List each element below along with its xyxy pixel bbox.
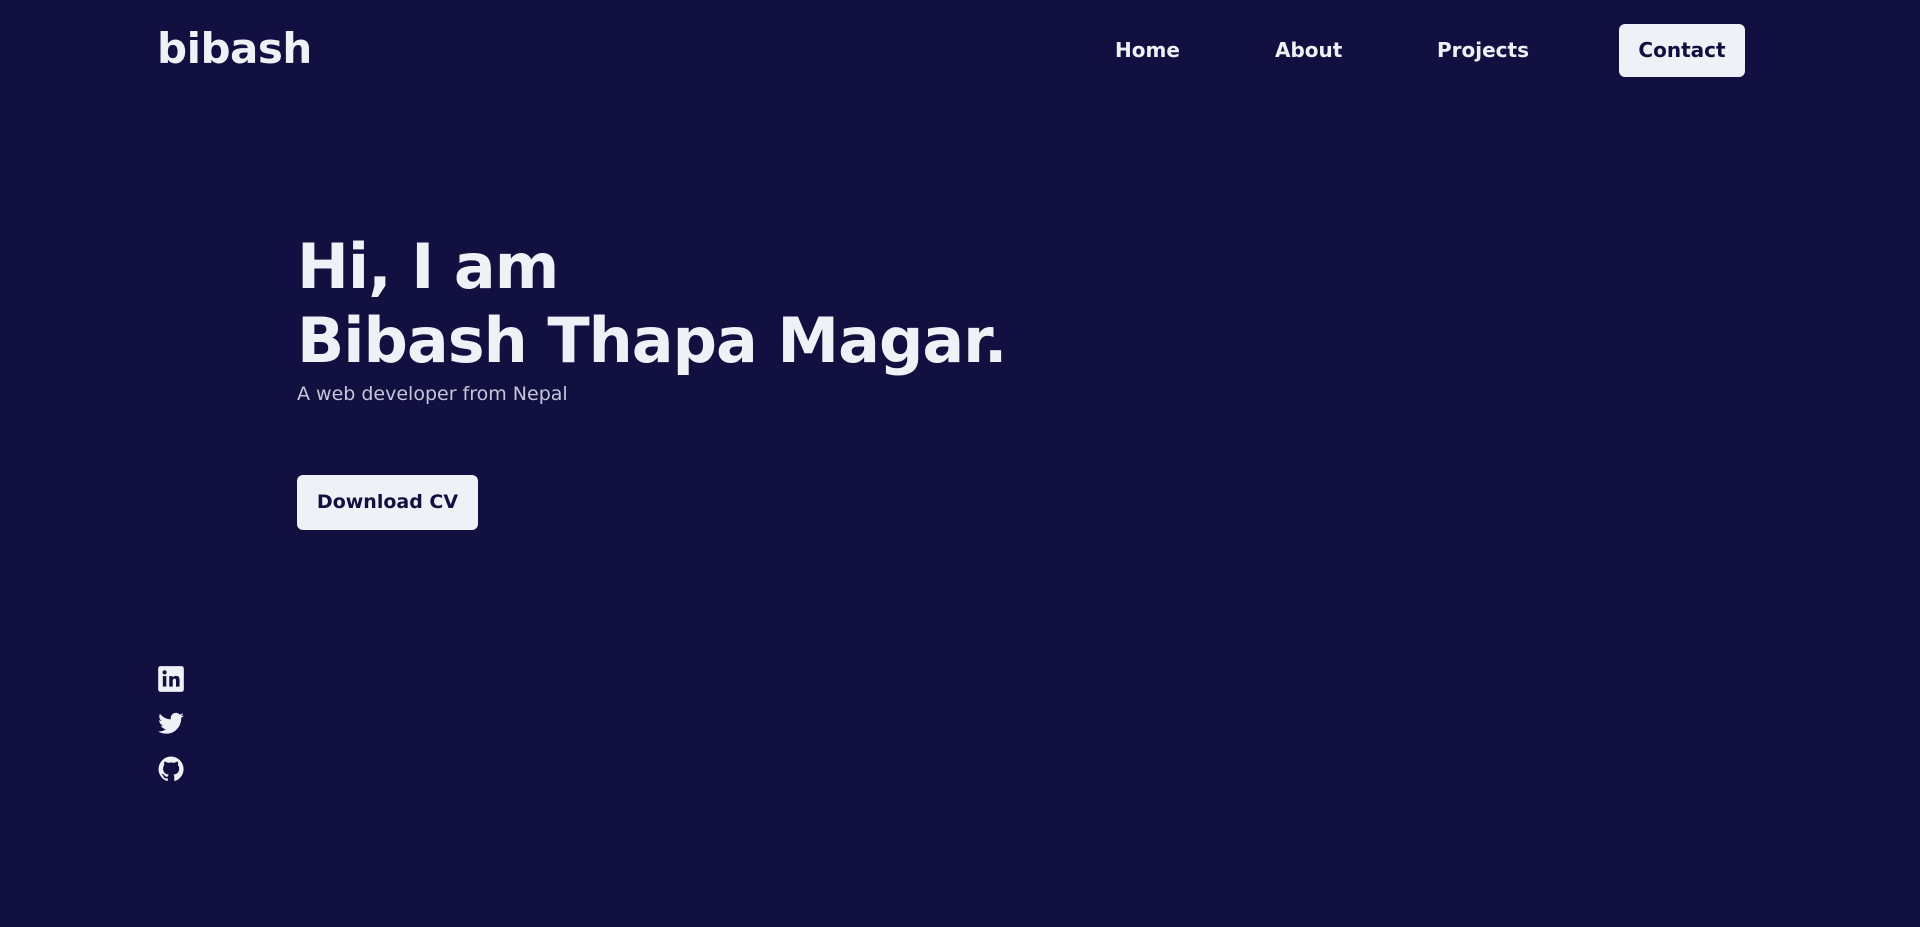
hero-name: Bibash Thapa Magar. — [297, 304, 1007, 377]
page: bibash Home About Projects Contact Hi, I… — [0, 0, 1920, 927]
hero-heading: Hi, I am Bibash Thapa Magar. — [297, 230, 1007, 378]
social-links — [157, 665, 185, 800]
linkedin-icon[interactable] — [157, 665, 185, 693]
github-icon[interactable] — [157, 755, 185, 783]
hero-section: Hi, I am Bibash Thapa Magar. A web devel… — [297, 230, 1007, 406]
download-cv-button[interactable]: Download CV — [297, 475, 478, 530]
hero-greeting: Hi, I am — [297, 230, 559, 303]
main-nav: Home About Projects Contact — [0, 24, 1920, 77]
hero-tagline: A web developer from Nepal — [297, 383, 568, 405]
nav-link-home[interactable]: Home — [1115, 37, 1180, 63]
nav-link-about[interactable]: About — [1275, 37, 1342, 63]
nav-link-projects[interactable]: Projects — [1437, 37, 1529, 63]
twitter-icon[interactable] — [157, 710, 185, 738]
contact-button[interactable]: Contact — [1619, 24, 1745, 77]
